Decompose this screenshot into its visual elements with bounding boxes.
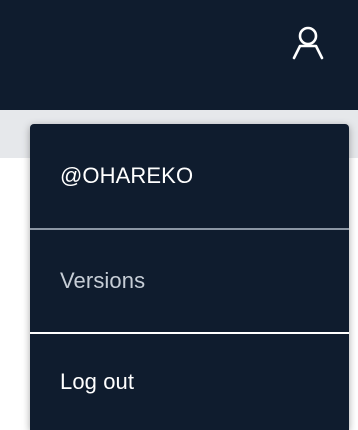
user-dropdown-menu: @OHAREKO Versions Log out <box>30 124 349 430</box>
user-menu-button[interactable] <box>285 20 331 66</box>
top-navigation-bar <box>0 0 358 110</box>
menu-item-logout[interactable]: Log out <box>30 332 349 430</box>
menu-item-username: @OHAREKO <box>60 163 194 188</box>
user-icon <box>292 26 324 60</box>
menu-item-versions[interactable]: Versions <box>30 228 349 332</box>
